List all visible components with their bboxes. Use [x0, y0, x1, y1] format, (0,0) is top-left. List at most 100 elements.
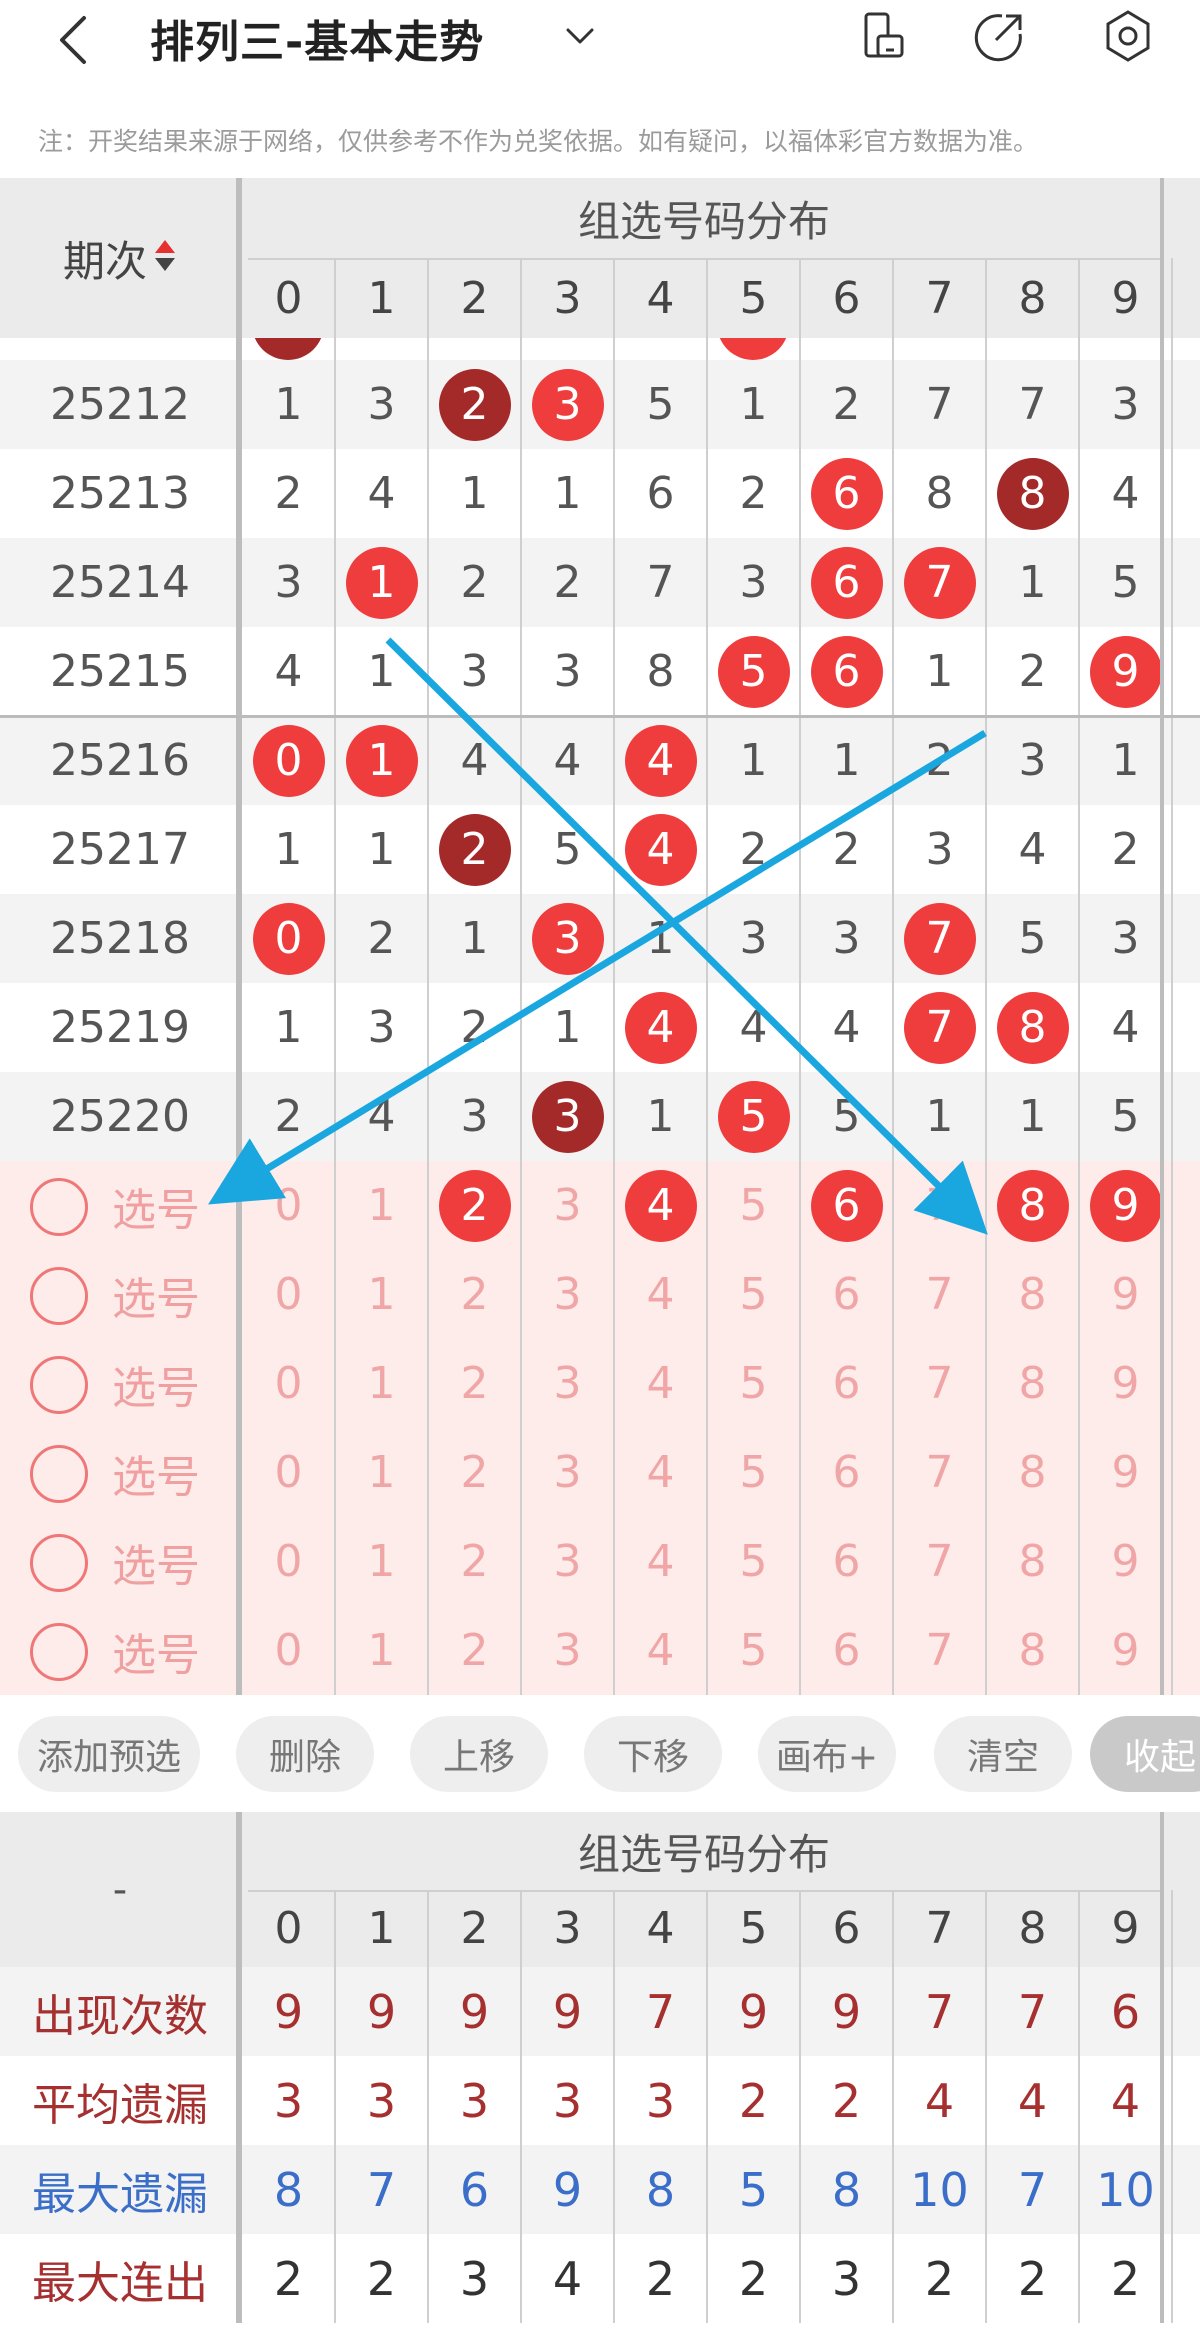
sort-arrows-icon[interactable]	[153, 236, 177, 276]
table-row[interactable]: 25213 2 4 1 1 6 2 6 8 8 4	[0, 449, 1200, 538]
selectable-number[interactable]: 8	[986, 1606, 1079, 1695]
selectable-number[interactable]: 6	[800, 1606, 893, 1695]
selectable-number[interactable]: 1	[335, 1339, 428, 1428]
selectable-number[interactable]: 8	[986, 1250, 1079, 1339]
selectable-number[interactable]: 1	[335, 1161, 428, 1250]
page-title[interactable]: 排列三-基本走势	[150, 6, 484, 70]
selectable-number[interactable]: 7	[893, 1428, 986, 1517]
selectable-number[interactable]: 7	[893, 1161, 986, 1250]
selectable-number[interactable]: 5	[707, 1339, 800, 1428]
selectable-number[interactable]: 2	[428, 1339, 521, 1428]
selectable-number[interactable]: 9	[1079, 1250, 1172, 1339]
select-label[interactable]: 选号	[112, 1250, 200, 1339]
selectable-number[interactable]: 8	[986, 1428, 1079, 1517]
selected-number[interactable]: 9	[1079, 1161, 1172, 1250]
selectable-number[interactable]: 0	[242, 1606, 335, 1695]
table-row[interactable]: 25219 1 3 2 1 4 4 4 7 8 4	[0, 983, 1200, 1072]
selectable-number[interactable]: 3	[521, 1517, 614, 1606]
selected-number[interactable]: 8	[986, 1161, 1079, 1250]
delete-button[interactable]: 删除	[236, 1716, 374, 1792]
select-label[interactable]: 选号	[112, 1428, 200, 1517]
selectable-number[interactable]: 9	[1079, 1606, 1172, 1695]
select-row[interactable]: 选号 0 1 2 3 4 5 6 7 8 9	[0, 1161, 1200, 1250]
canvas-add-button[interactable]: 画布+	[758, 1716, 896, 1792]
selectable-number[interactable]: 1	[335, 1250, 428, 1339]
selectable-number[interactable]: 7	[893, 1250, 986, 1339]
selected-number[interactable]: 6	[800, 1161, 893, 1250]
phone-switch-icon[interactable]	[856, 8, 912, 64]
selected-number[interactable]: 4	[614, 1161, 707, 1250]
table-row[interactable]: 25212 1 3 2 3 5 1 2 7 7 3	[0, 360, 1200, 449]
select-label[interactable]: 选号	[112, 1339, 200, 1428]
selectable-number[interactable]: 1	[335, 1428, 428, 1517]
selected-number[interactable]: 2	[428, 1161, 521, 1250]
move-down-button[interactable]: 下移	[584, 1716, 722, 1792]
select-radio[interactable]	[30, 1445, 88, 1503]
selectable-number[interactable]: 7	[893, 1606, 986, 1695]
select-row[interactable]: 选号 0 1 2 3 4 5 6 7 8 9	[0, 1250, 1200, 1339]
selectable-number[interactable]: 8	[986, 1339, 1079, 1428]
table-row[interactable]: 25220 2 4 3 3 1 5 5 1 1 5	[0, 1072, 1200, 1161]
select-row[interactable]: 选号 0 1 2 3 4 5 6 7 8 9	[0, 1606, 1200, 1695]
selectable-number[interactable]: 0	[242, 1517, 335, 1606]
table-row[interactable]: 25217 1 1 2 5 4 2 2 3 4 2	[0, 805, 1200, 894]
selectable-number[interactable]: 2	[428, 1606, 521, 1695]
selectable-number[interactable]: 6	[800, 1428, 893, 1517]
selectable-number[interactable]: 2	[428, 1250, 521, 1339]
selectable-number[interactable]: 5	[707, 1250, 800, 1339]
selectable-number[interactable]: 9	[1079, 1517, 1172, 1606]
selectable-number[interactable]: 8	[986, 1517, 1079, 1606]
selectable-number[interactable]: 3	[521, 1339, 614, 1428]
selectable-number[interactable]: 5	[707, 1161, 800, 1250]
select-label[interactable]: 选号	[112, 1517, 200, 1606]
dropdown-chevron-icon[interactable]	[562, 18, 598, 54]
selectable-number[interactable]: 3	[521, 1606, 614, 1695]
settings-gear-icon[interactable]	[1100, 8, 1156, 64]
move-up-button[interactable]: 上移	[410, 1716, 548, 1792]
selectable-number[interactable]: 5	[707, 1517, 800, 1606]
selectable-number[interactable]: 4	[614, 1517, 707, 1606]
selectable-number[interactable]: 9	[1079, 1428, 1172, 1517]
collapse-button[interactable]: 收起	[1090, 1716, 1200, 1792]
selectable-number[interactable]: 2	[428, 1517, 521, 1606]
selectable-number[interactable]: 3	[521, 1161, 614, 1250]
selectable-number[interactable]: 4	[614, 1428, 707, 1517]
selectable-number[interactable]: 7	[893, 1339, 986, 1428]
selectable-number[interactable]: 2	[428, 1428, 521, 1517]
select-radio[interactable]	[30, 1623, 88, 1681]
select-label[interactable]: 选号	[112, 1606, 200, 1695]
share-arrow-icon[interactable]	[972, 8, 1028, 64]
selectable-number[interactable]: 4	[614, 1250, 707, 1339]
select-radio[interactable]	[30, 1267, 88, 1325]
selectable-number[interactable]: 7	[893, 1517, 986, 1606]
select-radio[interactable]	[30, 1356, 88, 1414]
issue-column-header[interactable]: 期次	[0, 178, 240, 338]
select-radio[interactable]	[30, 1178, 88, 1236]
selectable-number[interactable]: 1	[335, 1606, 428, 1695]
select-row[interactable]: 选号 0 1 2 3 4 5 6 7 8 9	[0, 1428, 1200, 1517]
selectable-number[interactable]: 0	[242, 1339, 335, 1428]
select-radio[interactable]	[30, 1534, 88, 1592]
selectable-number[interactable]: 4	[614, 1606, 707, 1695]
back-chevron-icon[interactable]	[52, 12, 96, 68]
selectable-number[interactable]: 5	[707, 1428, 800, 1517]
selectable-number[interactable]: 3	[521, 1428, 614, 1517]
selectable-number[interactable]: 6	[800, 1517, 893, 1606]
table-row[interactable]: 25215 4 1 3 3 8 5 6 1 2 9	[0, 627, 1200, 716]
selectable-number[interactable]: 1	[335, 1517, 428, 1606]
select-label[interactable]: 选号	[112, 1161, 200, 1250]
table-row[interactable]: 25216 0 1 4 4 4 1 1 2 3 1	[0, 716, 1200, 805]
selectable-number[interactable]: 4	[614, 1339, 707, 1428]
table-row[interactable]: 25214 3 1 2 2 7 3 6 7 1 5	[0, 538, 1200, 627]
selectable-number[interactable]: 9	[1079, 1339, 1172, 1428]
selectable-number[interactable]: 5	[707, 1606, 800, 1695]
clear-button[interactable]: 清空	[934, 1716, 1072, 1792]
selectable-number[interactable]: 0	[242, 1428, 335, 1517]
selectable-number[interactable]: 0	[242, 1250, 335, 1339]
selectable-number[interactable]: 0	[242, 1161, 335, 1250]
selectable-number[interactable]: 6	[800, 1339, 893, 1428]
select-row[interactable]: 选号 0 1 2 3 4 5 6 7 8 9	[0, 1517, 1200, 1606]
selectable-number[interactable]: 6	[800, 1250, 893, 1339]
table-row[interactable]: 25218 0 2 1 3 1 3 3 7 5 3	[0, 894, 1200, 983]
select-row[interactable]: 选号 0 1 2 3 4 5 6 7 8 9	[0, 1339, 1200, 1428]
